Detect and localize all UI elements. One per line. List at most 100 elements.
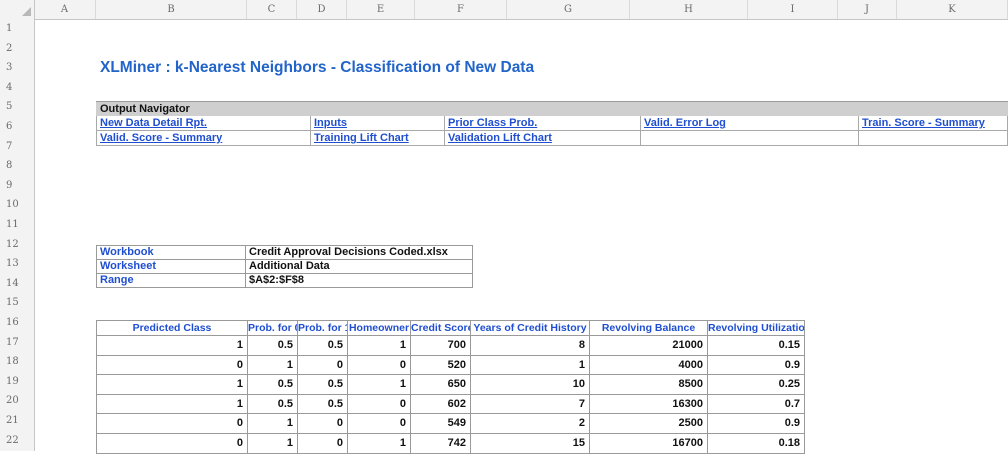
row-header-9[interactable]: 9	[0, 178, 34, 193]
row-header-19[interactable]: 19	[0, 374, 34, 389]
row-header-17[interactable]: 17	[0, 335, 34, 350]
table-cell[interactable]: 0.5	[247, 393, 298, 415]
nav-link-prior-class-prob[interactable]: Prior Class Prob.	[448, 117, 537, 129]
row-header-21[interactable]: 21	[0, 413, 34, 428]
column-heading: Revolving Utilization	[707, 320, 805, 336]
column-header-h[interactable]: H	[630, 0, 748, 19]
table-cell[interactable]: 2500	[589, 413, 708, 434]
row-header-6[interactable]: 6	[0, 119, 34, 134]
column-header-a[interactable]: A	[34, 0, 96, 19]
table-cell[interactable]: 4000	[589, 354, 708, 376]
table-cell[interactable]: 0.7	[707, 393, 805, 415]
row-header-7[interactable]: 7	[0, 139, 34, 154]
column-header-g[interactable]: G	[507, 0, 630, 19]
table-cell[interactable]: 16300	[589, 393, 708, 415]
row-header-15[interactable]: 15	[0, 295, 34, 310]
table-cell[interactable]: 602	[410, 393, 471, 415]
table-cell[interactable]: 0	[347, 354, 411, 376]
output-navigator: New Data Detail Rpt. Inputs Prior Class …	[96, 116, 1008, 146]
table-cell[interactable]: 0.5	[247, 335, 298, 356]
table-cell[interactable]: 2	[470, 413, 590, 434]
column-header-j[interactable]: J	[838, 0, 897, 19]
table-cell[interactable]: 0.15	[707, 335, 805, 356]
table-cell[interactable]: 700	[410, 335, 471, 356]
column-header-f[interactable]: F	[415, 0, 507, 19]
table-cell[interactable]: 1	[347, 335, 411, 356]
nav-link-valid-error-log[interactable]: Valid. Error Log	[644, 117, 726, 129]
row-header-2[interactable]: 2	[0, 41, 34, 56]
worksheet-label: Worksheet	[96, 259, 246, 274]
nav-link-train-score-summary[interactable]: Train. Score - Summary	[862, 117, 985, 129]
table-cell[interactable]: 7	[470, 393, 590, 415]
select-all-corner[interactable]	[0, 0, 35, 19]
column-header-k[interactable]: K	[897, 0, 1008, 19]
row-header-1[interactable]: 1	[0, 21, 34, 36]
table-cell[interactable]: 549	[410, 413, 471, 434]
row-header-22[interactable]: 22	[0, 433, 34, 448]
table-cell[interactable]: 0	[96, 413, 248, 434]
table-cell[interactable]: 1	[247, 413, 298, 434]
table-cell[interactable]: 0	[297, 354, 348, 376]
row-header-20[interactable]: 20	[0, 393, 34, 408]
row-header-16[interactable]: 16	[0, 315, 34, 330]
nav-link-validation-lift-chart[interactable]: Validation Lift Chart	[448, 132, 552, 144]
table-cell[interactable]: 0.5	[247, 374, 298, 395]
row-header-14[interactable]: 14	[0, 276, 34, 291]
table-cell[interactable]: 0.5	[297, 335, 348, 356]
table-cell[interactable]: 1	[96, 335, 248, 356]
column-heading: Predicted Class	[96, 320, 248, 336]
row-header-13[interactable]: 13	[0, 256, 34, 271]
table-cell[interactable]: 0.25	[707, 374, 805, 395]
column-header-d[interactable]: D	[297, 0, 347, 19]
table-cell[interactable]: 0.9	[707, 354, 805, 376]
row-header-10[interactable]: 10	[0, 197, 34, 212]
row-header-12[interactable]: 12	[0, 237, 34, 252]
spreadsheet: ABCDEFGHIJK 1 2 3 4 5 6 7 8 9 10 11 12 13 14 15 16 17 18 1…	[0, 0, 1008, 454]
table-cell[interactable]: 10	[470, 374, 590, 395]
column-header-e[interactable]: E	[347, 0, 415, 19]
nav-link-valid-score-summary[interactable]: Valid. Score - Summary	[100, 132, 222, 144]
row-header-4[interactable]: 4	[0, 80, 34, 95]
row-header-3[interactable]: 3	[0, 60, 34, 75]
table-cell[interactable]: 8	[470, 335, 590, 356]
table-cell[interactable]: 21000	[589, 335, 708, 356]
row-header-8[interactable]: 8	[0, 158, 34, 173]
nav-link-inputs[interactable]: Inputs	[314, 117, 347, 129]
output-navigator-title: Output Navigator	[100, 103, 190, 115]
workbook-value: Credit Approval Decisions Coded.xlsx	[245, 245, 473, 260]
table-cell[interactable]: 1	[96, 374, 248, 395]
column-header-i[interactable]: I	[748, 0, 838, 19]
nav-link-training-lift-chart[interactable]: Training Lift Chart	[314, 132, 409, 144]
column-heading: Years of Credit History	[470, 320, 590, 336]
table-cell[interactable]: 0.5	[297, 374, 348, 395]
row-header-18[interactable]: 18	[0, 354, 34, 369]
nav-link-new-data-detail[interactable]: New Data Detail Rpt.	[100, 117, 207, 129]
output-navigator-header: Output Navigator	[96, 101, 1008, 116]
range-value: $A$2:$F$8	[245, 273, 473, 288]
column-header-b[interactable]: B	[96, 0, 247, 19]
column-heading: Prob. for 1	[297, 320, 348, 336]
column-heading: Homeowner	[347, 320, 411, 336]
table-cell[interactable]: 0	[347, 393, 411, 415]
table-cell[interactable]: 0	[297, 413, 348, 434]
table-cell[interactable]: 650	[410, 374, 471, 395]
table-cell[interactable]: 0.9	[707, 413, 805, 434]
nav-empty-cell	[859, 131, 1008, 146]
table-cell[interactable]: 0.5	[297, 393, 348, 415]
table-cell[interactable]: 1	[470, 354, 590, 376]
column-heading: Prob. for 0	[247, 320, 298, 336]
column-header-c[interactable]: C	[247, 0, 297, 19]
table-cell[interactable]: 0	[96, 354, 248, 376]
table-cell[interactable]: 1	[96, 393, 248, 415]
column-heading: Revolving Balance	[589, 320, 708, 336]
table-cell[interactable]: 1	[347, 374, 411, 395]
range-label: Range	[96, 273, 246, 288]
worksheet-value: Additional Data	[245, 259, 473, 274]
table-cell[interactable]: 520	[410, 354, 471, 376]
table-cell[interactable]: 0	[347, 413, 411, 434]
table-cell[interactable]: 8500	[589, 374, 708, 395]
row-header-5[interactable]: 5	[0, 99, 34, 114]
table-cell[interactable]: 1	[247, 354, 298, 376]
row-header-11[interactable]: 11	[0, 217, 34, 232]
column-heading: Credit Score	[410, 320, 471, 336]
